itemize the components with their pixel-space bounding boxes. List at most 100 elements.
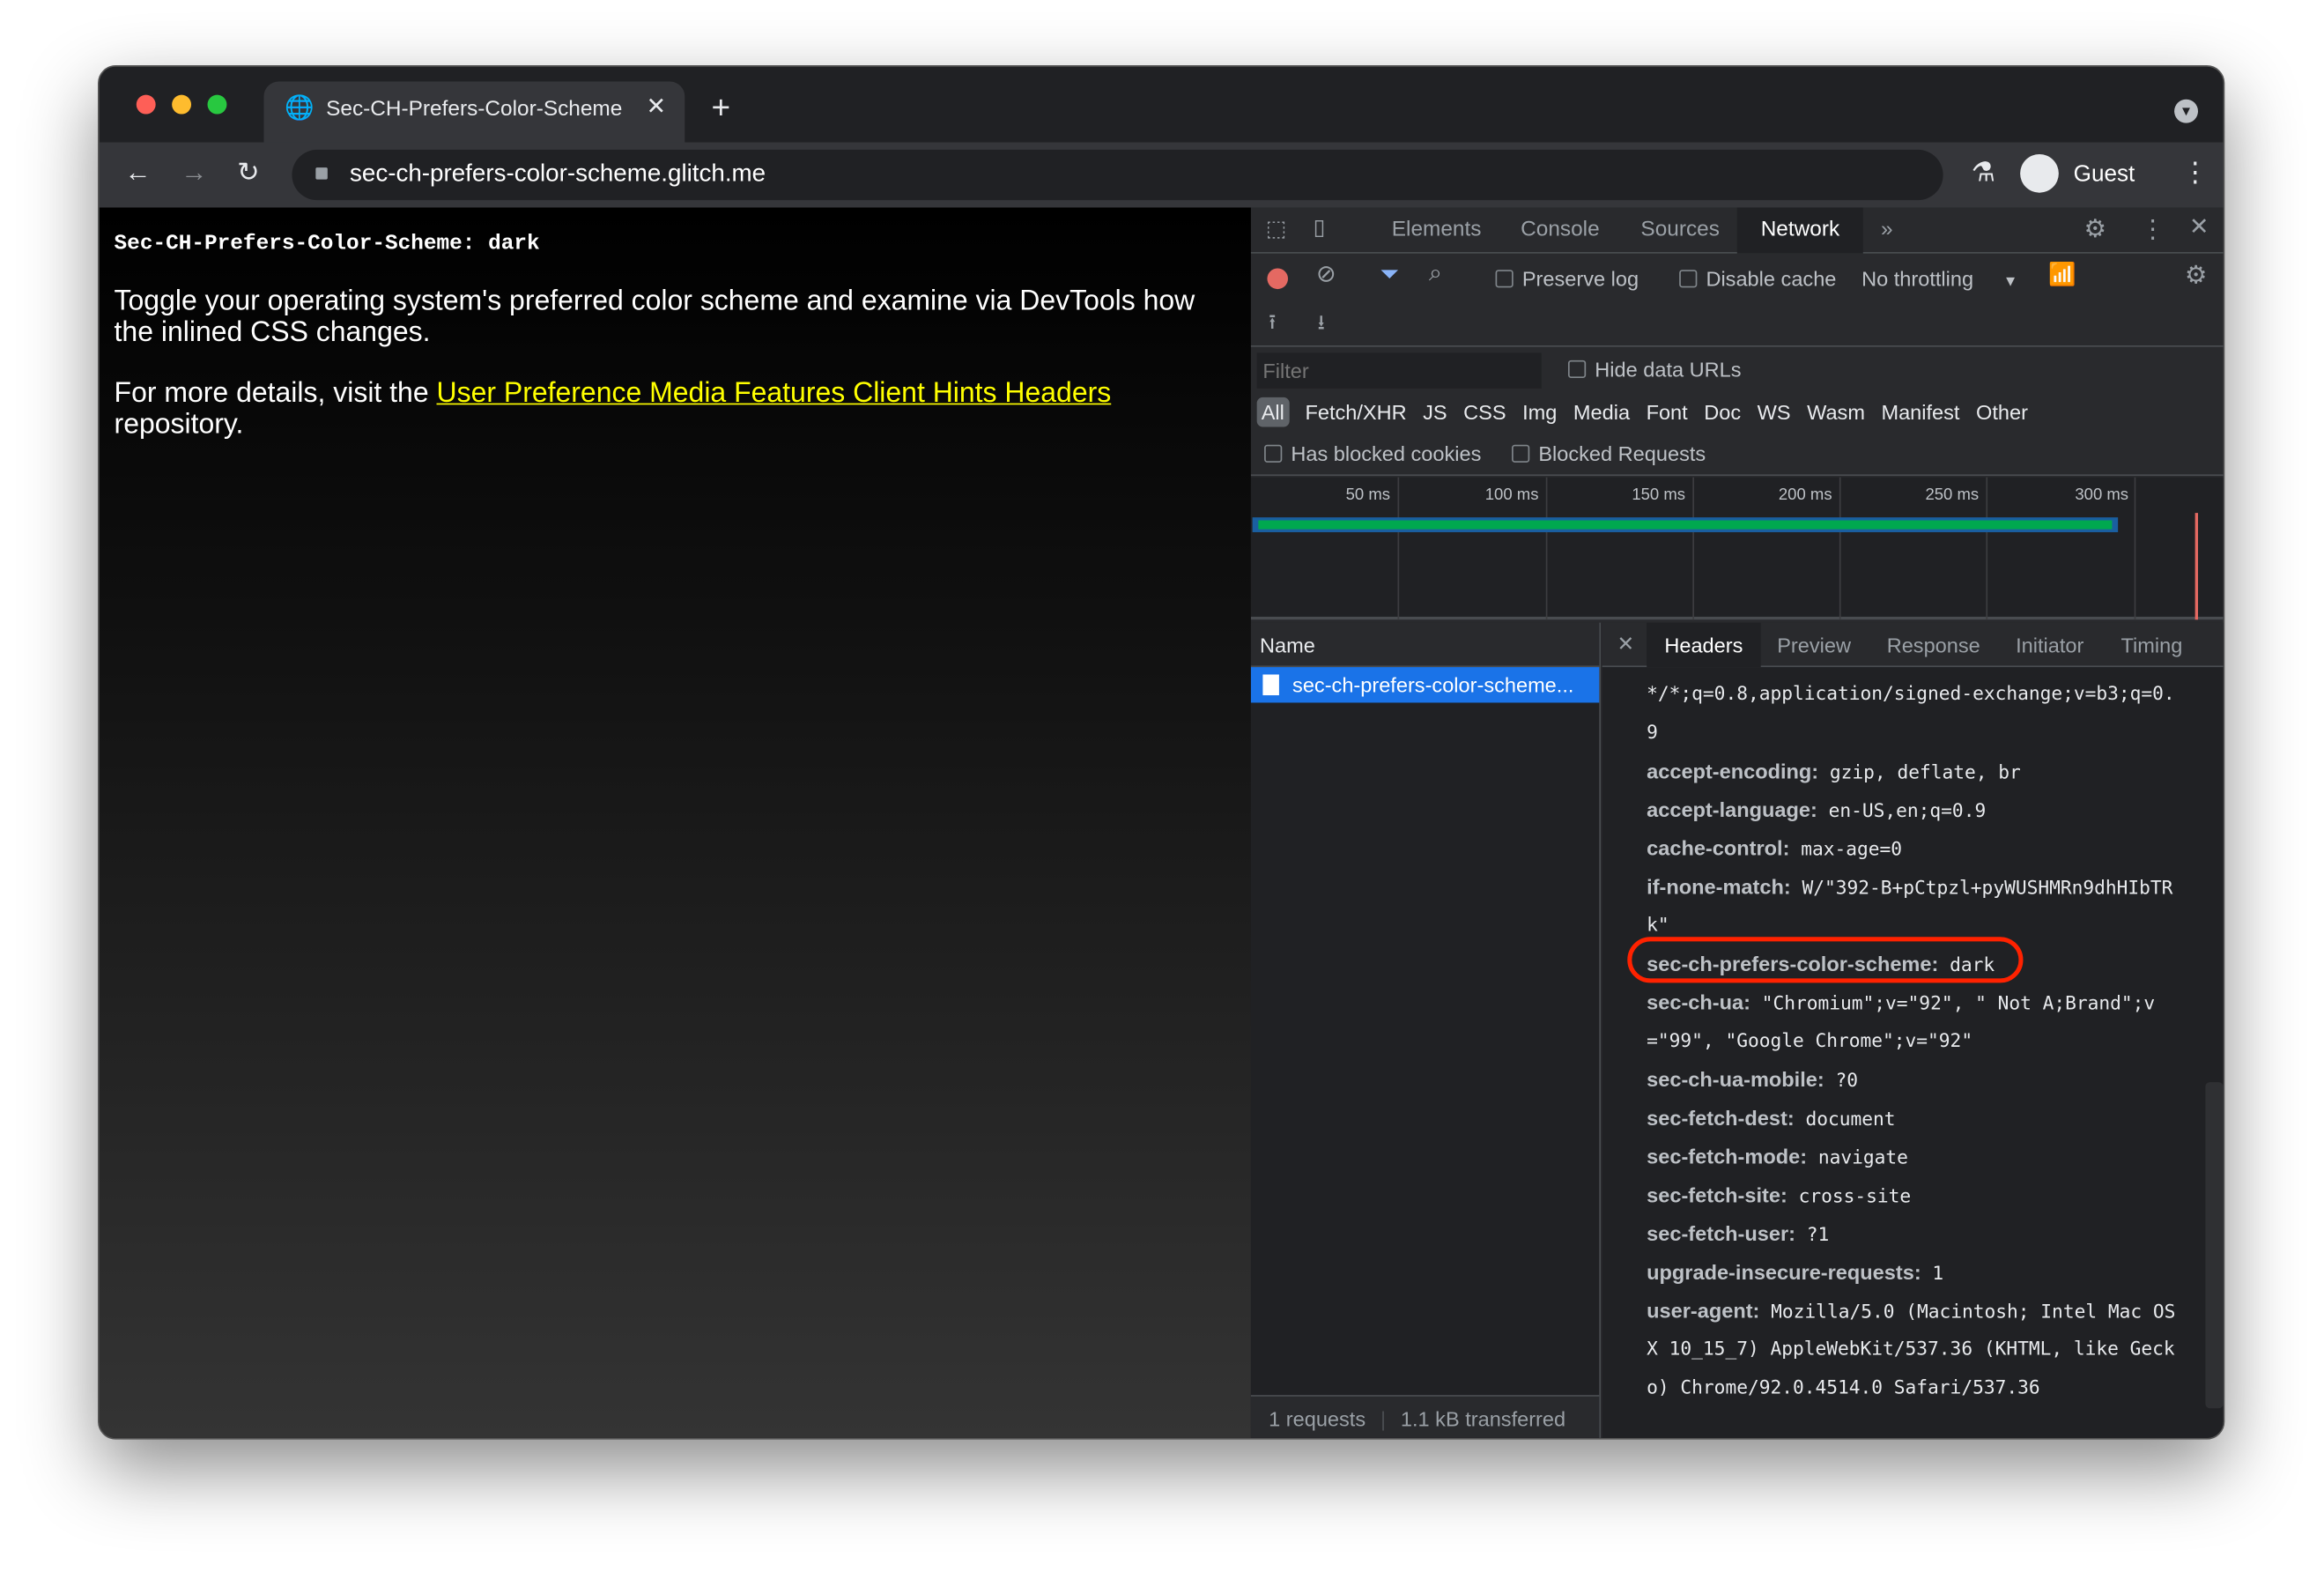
type-filter-ws[interactable]: WS <box>1758 400 1791 424</box>
header-line: X 10_15_7) AppleWebKit/537.36 (KHTML, li… <box>1647 1338 2175 1361</box>
tick-label: 50 ms <box>1345 486 1391 505</box>
browser-window: 🌐 Sec-CH-Prefers-Color-Scheme ✕ + ▼ ← → … <box>98 65 2225 1440</box>
type-filter-wasm[interactable]: Wasm <box>1807 400 1865 424</box>
filter-bar: Hide data URLs All Fetch/XHR JS CSS Img … <box>1250 347 2224 477</box>
tab-response[interactable]: Response <box>1887 633 1980 656</box>
type-filter-doc[interactable]: Doc <box>1704 400 1741 424</box>
repository-link[interactable]: User Preference Media Features Client Hi… <box>437 378 1112 409</box>
blocked-requests-checkbox[interactable]: Blocked Requests <box>1512 441 1706 465</box>
forward-icon[interactable]: → <box>181 159 207 185</box>
browser-tab[interactable]: 🌐 Sec-CH-Prefers-Color-Scheme ✕ <box>263 81 685 143</box>
tick-label: 200 ms <box>1778 486 1832 505</box>
disable-cache-checkbox[interactable]: Disable cache <box>1679 267 1836 291</box>
header-line: sec-fetch-dest: document <box>1647 1106 1895 1131</box>
filter-input[interactable] <box>1256 352 1542 389</box>
paragraph-intro: Toggle your operating system's preferred… <box>114 285 1195 349</box>
more-options-icon[interactable]: ⋮ <box>2140 217 2165 242</box>
type-filter-media[interactable]: Media <box>1573 400 1630 424</box>
has-blocked-cookies-checkbox[interactable]: Has blocked cookies <box>1264 441 1481 465</box>
preserve-log-label: Preserve log <box>1521 266 1639 291</box>
back-icon[interactable]: ← <box>124 159 151 185</box>
tab-preview[interactable]: Preview <box>1777 633 1851 656</box>
name-column-header[interactable]: Name <box>1250 622 1600 668</box>
header-line: sec-ch-ua-mobile: ?0 <box>1647 1067 1858 1093</box>
waterfall-bar <box>1252 517 2119 532</box>
address-bar[interactable]: sec-ch-prefers-color-scheme.glitch.me <box>292 149 1943 201</box>
tab-search-icon[interactable]: ▼ <box>2174 99 2198 123</box>
detail-tabbar: ✕ Headers Preview Response Initiator Tim… <box>1602 622 2224 668</box>
network-conditions-icon[interactable]: 📶 <box>2048 263 2076 285</box>
export-har-icon[interactable]: ⭳ <box>1318 311 1325 332</box>
tab-headers[interactable]: Headers <box>1647 622 1761 668</box>
preserve-log-checkbox[interactable]: Preserve log <box>1495 266 1639 291</box>
highlight-annotation <box>1627 937 2024 983</box>
header-key: sec-ch-ua-mobile: <box>1647 1067 1824 1092</box>
close-tab-icon[interactable]: ✕ <box>647 96 667 120</box>
url-text[interactable]: sec-ch-prefers-color-scheme.glitch.me <box>350 160 766 189</box>
header-line: k" <box>1647 913 1669 937</box>
devtools-tabbar: ⬚ ▯ Elements Console Sources Network » ⚙… <box>1250 207 2224 254</box>
tab-timing[interactable]: Timing <box>2121 633 2183 656</box>
type-filter-fetch-xhr[interactable]: Fetch/XHR <box>1305 400 1406 424</box>
zoom-window-button[interactable] <box>207 94 227 115</box>
request-row[interactable]: sec-ch-prefers-color-scheme... <box>1250 667 1600 703</box>
tab-console[interactable]: Console <box>1521 208 1600 254</box>
tab-network[interactable]: Network <box>1736 207 1864 254</box>
tab-elements[interactable]: Elements <box>1392 208 1482 254</box>
header-value: en-US,en;q=0.9 <box>1817 798 1987 822</box>
device-toolbar-icon[interactable]: ▯ <box>1314 217 1326 239</box>
new-tab-button[interactable]: + <box>712 91 731 124</box>
header-key: accept-language: <box>1647 797 1817 822</box>
reload-icon[interactable]: ↻ <box>237 159 259 185</box>
header-value: cross-site <box>1787 1184 1912 1207</box>
header-value: max-age=0 <box>1789 837 1903 860</box>
close-details-icon[interactable]: ✕ <box>1617 632 1634 657</box>
import-har-icon[interactable]: ⭱ <box>1269 311 1276 332</box>
avatar[interactable] <box>2020 153 2059 193</box>
type-filter-font[interactable]: Font <box>1647 400 1688 424</box>
type-filter-img[interactable]: Img <box>1522 400 1557 424</box>
type-filter-js[interactable]: JS <box>1423 400 1447 424</box>
labs-flask-icon[interactable]: ⚗ <box>1972 159 1995 185</box>
header-line: sec-fetch-mode: navigate <box>1647 1145 1908 1170</box>
hide-data-urls-label: Hide data URLs <box>1595 357 1742 382</box>
toolbar: ← → ↻ sec-ch-prefers-color-scheme.glitch… <box>99 142 2224 208</box>
more-tabs-icon[interactable]: » <box>1881 208 1893 254</box>
record-icon[interactable] <box>1267 268 1289 290</box>
profile-name[interactable]: Guest <box>2074 161 2135 188</box>
header-line: user-agent: Mozilla/5.0 (Macintosh; Inte… <box>1647 1299 2175 1324</box>
tick-label: 150 ms <box>1632 486 1686 505</box>
inspect-element-icon[interactable]: ⬚ <box>1266 218 1287 240</box>
hide-data-urls-checkbox[interactable]: Hide data URLs <box>1567 357 1742 382</box>
type-filter-other[interactable]: Other <box>1976 400 2028 424</box>
tab-initiator[interactable]: Initiator <box>2016 633 2083 656</box>
header-value: ?1 <box>1795 1222 1830 1246</box>
clear-icon[interactable]: ⊘ <box>1316 263 1336 287</box>
header-value: X 10_15_7) AppleWebKit/537.36 (KHTML, li… <box>1647 1337 2175 1360</box>
header-value: 1 <box>1921 1261 1944 1284</box>
details-prefix: For more details, visit the <box>114 378 437 410</box>
devtools-panel: ⬚ ▯ Elements Console Sources Network » ⚙… <box>1250 207 2224 1438</box>
close-window-button[interactable] <box>136 94 156 115</box>
type-filter-manifest[interactable]: Manifest <box>1881 400 1959 424</box>
filter-icon[interactable]: ⏷ <box>1380 263 1399 287</box>
tab-sources[interactable]: Sources <box>1640 208 1720 254</box>
settings-icon[interactable]: ⚙ <box>2083 217 2106 242</box>
scrollbar[interactable] <box>2205 1082 2224 1409</box>
network-settings-icon[interactable]: ⚙ <box>2185 263 2208 288</box>
details-suffix: repository. <box>114 409 244 441</box>
globe-icon: 🌐 <box>285 96 315 122</box>
type-filter-all[interactable]: All <box>1256 397 1289 427</box>
menu-icon[interactable]: ⋮ <box>2181 159 2208 185</box>
request-details: ✕ Headers Preview Response Initiator Tim… <box>1602 622 2224 1438</box>
throttling-select[interactable]: No throttling ▼ <box>1861 267 2017 291</box>
type-filter-css[interactable]: CSS <box>1463 400 1506 424</box>
header-value: document <box>1794 1107 1896 1130</box>
header-key: accept-encoding: <box>1647 759 1819 783</box>
close-devtools-icon[interactable]: ✕ <box>2189 216 2209 241</box>
minimize-window-button[interactable] <box>172 94 192 115</box>
search-icon[interactable]: ⌕ <box>1429 262 1442 286</box>
timeline-overview[interactable]: 50 ms 100 ms 150 ms 200 ms 250 ms 300 ms <box>1250 477 2224 620</box>
load-event-line <box>2194 513 2198 620</box>
status-bar: 1 requests | 1.1 kB transferred <box>1250 1395 1600 1438</box>
